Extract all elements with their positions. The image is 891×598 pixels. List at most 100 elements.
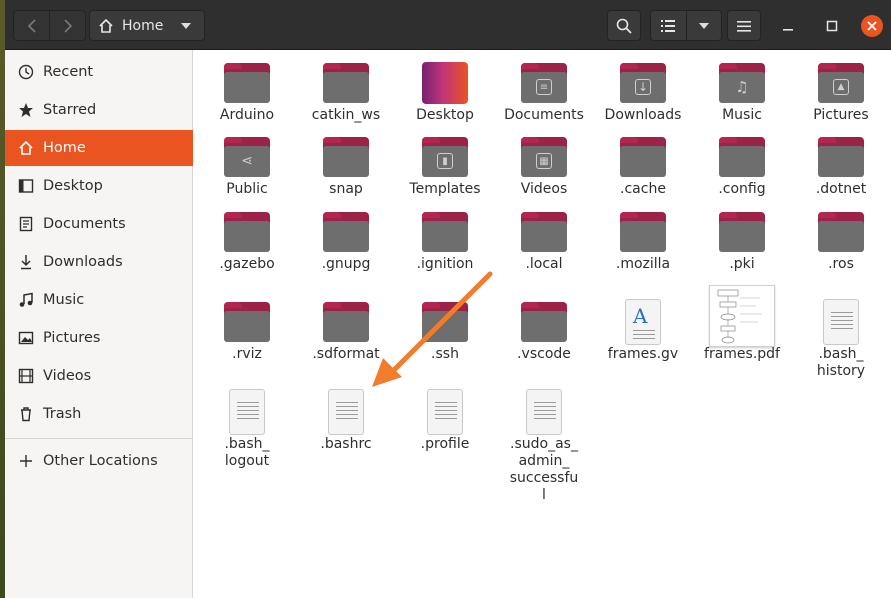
folder-icon	[323, 63, 369, 103]
file-item[interactable]: .profile	[397, 389, 493, 453]
search-button[interactable]	[607, 10, 641, 41]
list-view-button[interactable]	[651, 11, 686, 40]
video-icon	[17, 367, 35, 385]
folder-icon	[323, 302, 369, 342]
desktop-folder-icon	[422, 62, 468, 104]
sidebar-item-starred[interactable]: Starred	[5, 92, 193, 128]
text-file-icon	[526, 389, 562, 435]
file-item[interactable]: ▲ Pictures	[793, 60, 889, 124]
file-name: .sdformat	[312, 346, 380, 362]
main-menu-button[interactable]	[727, 10, 761, 41]
sidebar-item-label: Videos	[43, 368, 92, 384]
sidebar-item-pictures[interactable]: Pictures	[5, 320, 193, 356]
file-item[interactable]: .gazebo	[199, 209, 295, 273]
file-name: .local	[525, 256, 563, 272]
back-button[interactable]	[14, 11, 49, 40]
file-item[interactable]: ↓ Downloads	[595, 60, 691, 124]
sidebar-item-label: Other Locations	[43, 453, 158, 469]
file-item[interactable]: .config	[694, 134, 790, 198]
chevron-right-icon	[63, 18, 72, 33]
pdf-thumbnail-icon	[709, 285, 775, 347]
sidebar-item-downloads[interactable]: Downloads	[5, 244, 193, 280]
file-name: .rviz	[232, 346, 262, 362]
file-item[interactable]: ≡ Documents	[496, 60, 592, 124]
nav-button-group	[13, 10, 86, 41]
text-file-icon	[328, 389, 364, 435]
hamburger-menu-icon	[737, 20, 751, 32]
file-name: snap	[329, 181, 363, 197]
file-name: .bashrc	[320, 436, 372, 452]
file-item[interactable]: .sdformat	[298, 299, 394, 363]
file-name: .gnupg	[321, 256, 371, 272]
file-item[interactable]: ♫ Music	[694, 60, 790, 124]
file-name: .config	[718, 181, 766, 197]
file-item[interactable]: frames.pdf	[694, 285, 790, 363]
sidebar-separator	[5, 438, 193, 439]
file-item[interactable]: .sudo_as_ admin_ successful	[496, 389, 592, 504]
download-icon	[17, 253, 35, 271]
file-name: Desktop	[416, 107, 474, 123]
file-name: .mozilla	[615, 256, 671, 272]
sidebar-item-recent[interactable]: Recent	[5, 54, 193, 90]
view-options-group	[650, 10, 722, 41]
text-file-icon: A	[625, 299, 661, 345]
close-icon	[867, 21, 877, 31]
trash-icon	[17, 405, 35, 423]
close-button[interactable]	[861, 15, 883, 37]
list-icon	[661, 19, 676, 32]
view-options-dropdown[interactable]	[685, 11, 722, 40]
file-item[interactable]: .gnupg	[298, 209, 394, 273]
file-item[interactable]: .bash_ history	[793, 299, 889, 380]
file-item[interactable]: .mozilla	[595, 209, 691, 273]
file-item[interactable]: ⋖ Public	[199, 134, 295, 198]
sidebar-item-documents[interactable]: Documents	[5, 206, 193, 242]
desktop-icon	[17, 177, 35, 195]
sidebar-item-label: Starred	[43, 102, 97, 118]
file-name: .ssh	[431, 346, 459, 362]
file-manager-window: Home Recent Starred Home Desktop Documen…	[5, 0, 891, 598]
file-item[interactable]: catkin_ws	[298, 60, 394, 124]
file-item[interactable]: .local	[496, 209, 592, 273]
file-item[interactable]: .cache	[595, 134, 691, 198]
file-item[interactable]: .dotnet	[793, 134, 889, 198]
music-folder-icon: ♫	[719, 63, 765, 103]
document-icon	[17, 215, 35, 233]
file-item[interactable]: .bash_ logout	[199, 389, 295, 470]
file-item[interactable]: snap	[298, 134, 394, 198]
file-item[interactable]: .ros	[793, 209, 889, 273]
file-item[interactable]: ▦ Videos	[496, 134, 592, 198]
minimize-button[interactable]	[777, 15, 799, 37]
chevron-down-icon	[698, 22, 709, 29]
text-file-icon	[229, 389, 265, 435]
file-item[interactable]: .pki	[694, 209, 790, 273]
path-bar-button[interactable]: Home	[89, 10, 205, 41]
sidebar-item-videos[interactable]: Videos	[5, 358, 193, 394]
file-name: frames.pdf	[704, 346, 780, 362]
maximize-button[interactable]	[821, 15, 843, 37]
folder-icon	[620, 137, 666, 177]
minimize-icon	[783, 29, 793, 31]
file-item[interactable]: .rviz	[199, 299, 295, 363]
file-item[interactable]: .ignition	[397, 209, 493, 273]
forward-button[interactable]	[49, 11, 85, 40]
file-item[interactable]: .ssh	[397, 299, 493, 363]
maximize-icon	[826, 20, 838, 32]
folder-icon	[422, 302, 468, 342]
sidebar-item-music[interactable]: Music	[5, 282, 193, 318]
sidebar-item-label: Music	[43, 292, 85, 308]
file-item[interactable]: A frames.gv	[595, 299, 691, 363]
sidebar-item-desktop[interactable]: Desktop	[5, 168, 193, 204]
file-item[interactable]: Arduino	[199, 60, 295, 124]
file-item[interactable]: Desktop	[397, 60, 493, 124]
file-item[interactable]: ▮ Templates	[397, 134, 493, 198]
sidebar-item-other-locations[interactable]: Other Locations	[5, 443, 193, 479]
file-name: Templates	[409, 181, 481, 197]
file-name: .cache	[620, 181, 666, 197]
file-item[interactable]: .vscode	[496, 299, 592, 363]
file-name: .bash_ history	[816, 346, 866, 379]
folder-icon	[224, 63, 270, 103]
folder-icon	[818, 212, 864, 252]
sidebar-item-home[interactable]: Home	[5, 130, 193, 166]
sidebar-item-trash[interactable]: Trash	[5, 396, 193, 432]
file-item[interactable]: .bashrc	[298, 389, 394, 453]
